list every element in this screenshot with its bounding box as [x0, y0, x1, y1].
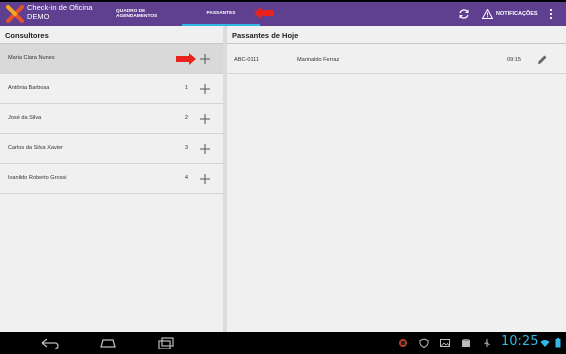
tab-quadro-de-agendamentos[interactable]: Quadro de agendamentos [116, 2, 168, 26]
add-icon[interactable] [198, 52, 212, 66]
wifi-icon[interactable] [540, 338, 550, 348]
refresh-icon[interactable] [458, 8, 470, 20]
edit-pencil-icon[interactable] [536, 54, 548, 66]
storage-icon[interactable] [461, 338, 471, 348]
passante-plate: ABC-0111 [234, 57, 259, 63]
passante-row[interactable]: ABC-0111 Marinaldo Ferraz 09:15 [227, 46, 566, 74]
tab-passantes-label: Passantes [206, 11, 236, 17]
consultores-pane: Consultores Maria Clara Nunes Antônia Ba… [0, 26, 223, 332]
notifications-label: NOTIFICAÇÕES [496, 11, 538, 17]
overflow-menu-icon[interactable] [548, 8, 554, 20]
passantes-pane: Passantes de Hoje ABC-0111 Marinaldo Fer… [227, 26, 566, 332]
passantes-title: Passantes de Hoje [232, 31, 299, 40]
gallery-icon[interactable] [440, 338, 450, 348]
annotation-arrow-icon [254, 7, 274, 19]
battery-icon[interactable] [553, 338, 563, 348]
usb-icon[interactable] [482, 338, 492, 348]
back-icon[interactable] [40, 337, 60, 349]
notifications-button[interactable]: NOTIFICAÇÕES [482, 8, 538, 20]
consultor-name: José da Silva [8, 115, 42, 121]
system-clock[interactable]: 10:25 [501, 334, 538, 349]
section-divider [227, 43, 566, 44]
consultores-title: Consultores [5, 31, 49, 40]
consultor-row[interactable]: José da Silva 2 [0, 104, 223, 134]
consultor-row[interactable]: Antônia Barbosa 1 [0, 74, 223, 104]
recent-apps-icon[interactable] [156, 337, 176, 349]
app-title: Check-in de Oficina DEMO [27, 3, 92, 21]
action-bar: Check-in de Oficina DEMO Quadro de agend… [0, 2, 566, 26]
warning-icon [482, 9, 493, 19]
notification-app-icon[interactable] [398, 338, 408, 348]
consultor-count: 3 [184, 145, 188, 151]
system-navigation-bar: 10:25 [0, 332, 566, 354]
passante-name: Marinaldo Ferraz [297, 57, 340, 63]
main-content: Consultores Maria Clara Nunes Antônia Ba… [0, 26, 566, 332]
consultor-name: Ivanildo Roberto Grossi [8, 175, 67, 181]
annotation-arrow-icon [176, 53, 196, 65]
home-icon[interactable] [98, 337, 118, 349]
passante-time: 09:15 [507, 57, 521, 63]
consultor-name: Antônia Barbosa [8, 85, 50, 91]
tab-passantes[interactable]: Passantes [182, 2, 260, 26]
add-icon[interactable] [198, 82, 212, 96]
consultor-name: Carlos da Silva Xavier [8, 145, 64, 151]
app-logo-icon[interactable] [6, 5, 24, 23]
add-icon[interactable] [198, 112, 212, 126]
add-icon[interactable] [198, 172, 212, 186]
consultor-count: 2 [184, 115, 188, 121]
tab-quadro-label: Quadro de agendamentos [116, 8, 158, 20]
consultor-count: 1 [184, 85, 188, 91]
consultor-row[interactable]: Carlos da Silva Xavier 3 [0, 134, 223, 164]
consultor-count: 4 [184, 175, 188, 181]
shield-icon[interactable] [419, 338, 429, 348]
app-title-line2: DEMO [27, 12, 50, 21]
consultor-row[interactable]: Maria Clara Nunes [0, 44, 223, 74]
app-title-line1: Check-in de Oficina [27, 3, 93, 12]
consultor-row[interactable]: Ivanildo Roberto Grossi 4 [0, 164, 223, 194]
add-icon[interactable] [198, 142, 212, 156]
consultor-name: Maria Clara Nunes [8, 55, 55, 61]
